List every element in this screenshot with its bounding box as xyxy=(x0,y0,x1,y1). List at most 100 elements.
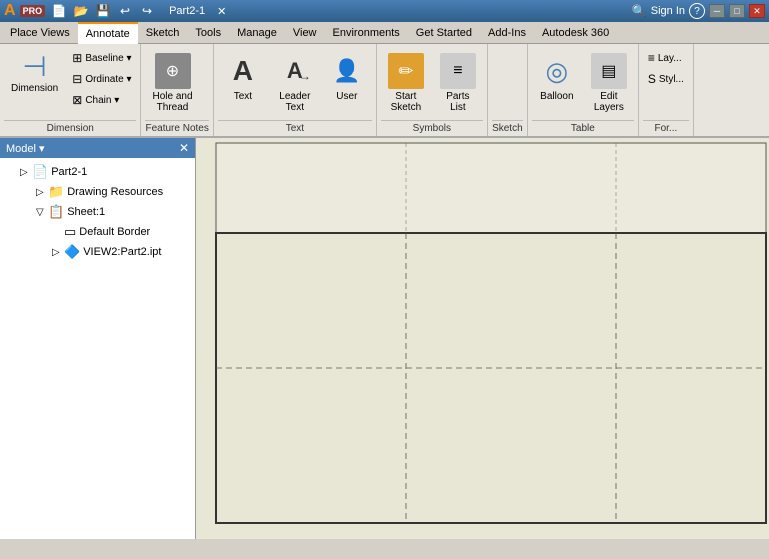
search-icon[interactable]: 🔍 xyxy=(632,4,647,18)
ordinate-icon: ⊟ xyxy=(72,72,82,86)
feature-notes-content: ⊕ Hole andThread xyxy=(145,48,208,118)
sheet1-icon: 📋 xyxy=(48,204,64,220)
default-border-label: Default Border xyxy=(79,226,150,238)
menu-environments[interactable]: Environments xyxy=(325,22,408,44)
user-btn[interactable]: 👤 User xyxy=(322,48,372,107)
hole-thread-btn[interactable]: ⊕ Hole andThread xyxy=(145,48,199,118)
dimension-label: Dimension xyxy=(11,83,58,94)
sidebar-title: Model ▾ xyxy=(6,142,45,155)
parts-list-btn[interactable]: ≡ PartsList xyxy=(433,48,483,118)
canvas-area xyxy=(196,138,769,539)
parts-list-icon: ≡ xyxy=(440,53,476,89)
feature-notes-group-label: Feature Notes xyxy=(145,120,208,134)
undo-btn[interactable]: ↩ xyxy=(115,1,135,21)
text-label: Text xyxy=(234,91,252,102)
sidebar-close-btn[interactable]: ✕ xyxy=(179,141,189,155)
hole-thread-label: Hole andThread xyxy=(152,91,192,113)
table-content: ◎ Balloon ▤ EditLayers xyxy=(532,48,634,118)
tree-item-part2-1[interactable]: ▷ 📄 Part2-1 xyxy=(0,162,195,182)
menu-sketch[interactable]: Sketch xyxy=(138,22,188,44)
expand-drawing-resources[interactable]: ▷ xyxy=(36,187,48,198)
symbols-content: ✏ StartSketch ≡ PartsList xyxy=(381,48,483,118)
edit-layers-icon: ▤ xyxy=(591,53,627,89)
title-bar: A PRO 📄 📂 💾 ↩ ↪ Part2-1 ✕ 🔍 Sign In ? ─ … xyxy=(0,0,769,22)
start-sketch-btn[interactable]: ✏ StartSketch xyxy=(381,48,431,118)
styles-btn[interactable]: S Styl... xyxy=(643,69,689,89)
dimension-small-col: ⊞ Baseline ▾ ⊟ Ordinate ▾ ⊠ Chain ▾ xyxy=(67,48,136,110)
user-label: User xyxy=(336,91,357,102)
part2-1-icon: 📄 xyxy=(32,164,48,180)
ribbon-group-symbols: ✏ StartSketch ≡ PartsList Symbols xyxy=(377,44,488,136)
ordinate-btn[interactable]: ⊟ Ordinate ▾ xyxy=(67,69,136,89)
tree-item-view2[interactable]: ▷ 🔷 VIEW2:Part2.ipt xyxy=(0,242,195,262)
menu-add-ins[interactable]: Add-Ins xyxy=(480,22,534,44)
edit-layers-btn[interactable]: ▤ EditLayers xyxy=(584,48,634,118)
expand-view2[interactable]: ▷ xyxy=(52,247,64,258)
balloon-btn[interactable]: ◎ Balloon xyxy=(532,48,582,107)
table-group-label: Table xyxy=(532,120,634,134)
drawing-resources-icon: 📁 xyxy=(48,184,64,200)
quick-access-toolbar: 📄 📂 💾 ↩ ↪ xyxy=(49,1,157,21)
ribbon-group-sketch: Sketch xyxy=(488,44,528,136)
sidebar-header: Model ▾ ✕ xyxy=(0,138,195,158)
help-btn[interactable]: ? xyxy=(689,3,705,19)
expand-part2-1[interactable]: ▷ xyxy=(20,167,32,178)
tree-item-sheet1[interactable]: ▽ 📋 Sheet:1 xyxy=(0,202,195,222)
save-btn[interactable]: 💾 xyxy=(93,1,113,21)
leader-text-label: LeaderText xyxy=(279,91,310,113)
menu-view[interactable]: View xyxy=(285,22,325,44)
default-border-icon: ▭ xyxy=(64,224,76,240)
baseline-btn[interactable]: ⊞ Baseline ▾ xyxy=(67,48,136,68)
expand-sheet1[interactable]: ▽ xyxy=(36,207,48,218)
start-sketch-icon: ✏ xyxy=(388,53,424,89)
sketch-group-label: Sketch xyxy=(492,120,523,134)
layers-icon: ≡ xyxy=(648,51,655,65)
balloon-icon: ◎ xyxy=(539,53,575,89)
drawing-svg xyxy=(196,138,769,539)
text-btn[interactable]: A Text xyxy=(218,48,268,107)
tree-item-default-border[interactable]: ▷ ▭ Default Border xyxy=(0,222,195,242)
menu-annotate[interactable]: Annotate xyxy=(78,22,138,44)
sidebar: Model ▾ ✕ ▷ 📄 Part2-1 ▷ 📁 Drawing Resour… xyxy=(0,138,196,539)
layers-btn[interactable]: ≡ Lay... xyxy=(643,48,689,68)
chain-btn[interactable]: ⊠ Chain ▾ xyxy=(67,90,136,110)
sign-in-btn[interactable]: Sign In xyxy=(651,5,685,17)
part2-1-label: Part2-1 xyxy=(51,166,87,178)
tree-item-drawing-resources[interactable]: ▷ 📁 Drawing Resources xyxy=(0,182,195,202)
text-group-content: A Text A→ LeaderText 👤 User xyxy=(218,48,372,118)
menu-get-started[interactable]: Get Started xyxy=(408,22,480,44)
maximize-btn[interactable]: □ xyxy=(729,4,745,18)
close-btn[interactable]: ✕ xyxy=(749,4,765,18)
sheet1-label: Sheet:1 xyxy=(67,206,105,218)
ordinate-label: Ordinate ▾ xyxy=(85,74,131,85)
ribbon-group-table: ◎ Balloon ▤ EditLayers Table xyxy=(528,44,639,136)
title-bar-left: A PRO 📄 📂 💾 ↩ ↪ Part2-1 ✕ xyxy=(4,1,226,21)
start-sketch-label: StartSketch xyxy=(391,91,422,113)
pro-badge: PRO xyxy=(20,5,46,17)
sketch-content xyxy=(492,48,523,118)
open-btn[interactable]: 📂 xyxy=(71,1,91,21)
styles-label: Styl... xyxy=(659,74,684,85)
format-content: ≡ Lay... S Styl... xyxy=(643,48,689,118)
user-icon: 👤 xyxy=(329,53,365,89)
styles-icon: S xyxy=(648,72,656,86)
dimension-icon: ⊣ xyxy=(22,53,46,81)
dimension-content: ⊣ Dimension ⊞ Baseline ▾ ⊟ Ordinate ▾ ⊠ … xyxy=(4,48,136,118)
menu-place-views[interactable]: Place Views xyxy=(2,22,78,44)
minimize-btn[interactable]: ─ xyxy=(709,4,725,18)
leader-text-btn[interactable]: A→ LeaderText xyxy=(270,48,320,118)
dimension-btn[interactable]: ⊣ Dimension xyxy=(4,48,65,99)
redo-btn[interactable]: ↪ xyxy=(137,1,157,21)
ribbon-group-format: ≡ Lay... S Styl... For... xyxy=(639,44,694,136)
view2-icon: 🔷 xyxy=(64,244,80,260)
new-btn[interactable]: 📄 xyxy=(49,1,69,21)
leader-text-icon: A→ xyxy=(277,53,313,89)
tab-close[interactable]: ✕ xyxy=(217,5,226,18)
tab-title: Part2-1 xyxy=(161,5,213,17)
menu-tools[interactable]: Tools xyxy=(187,22,229,44)
menu-manage[interactable]: Manage xyxy=(229,22,285,44)
format-col: ≡ Lay... S Styl... xyxy=(643,48,689,89)
layers-label: Lay... xyxy=(658,53,682,64)
text-group-label: Text xyxy=(218,120,372,134)
menu-autodesk-360[interactable]: Autodesk 360 xyxy=(534,22,617,44)
